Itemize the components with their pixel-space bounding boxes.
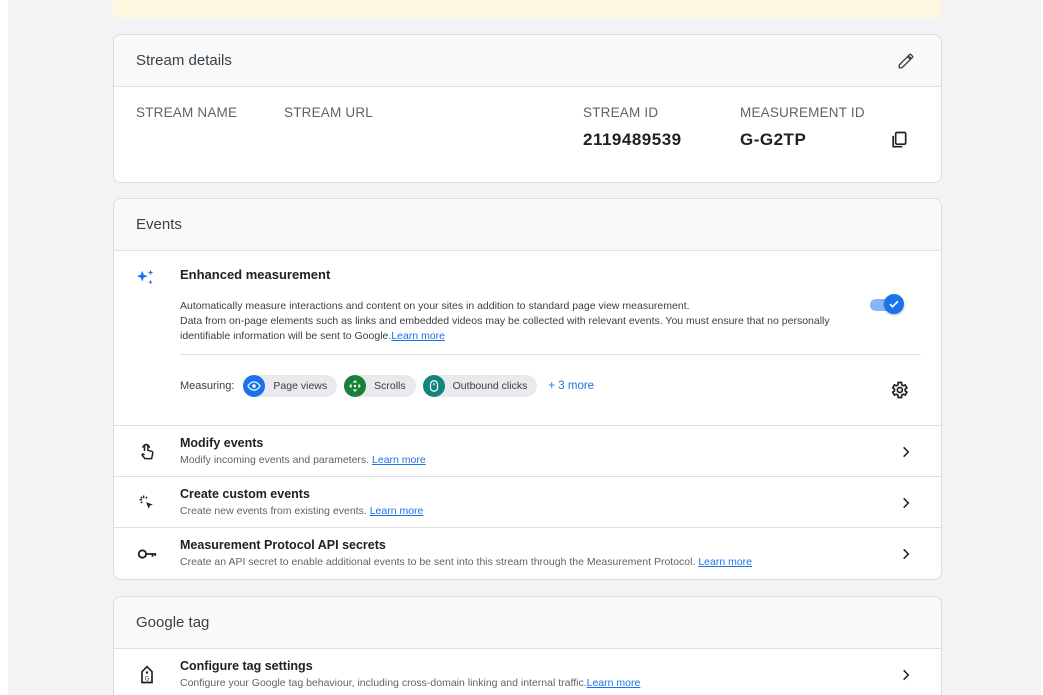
stream-details-card: Stream details STREAM NAME STREAM URL ST… bbox=[113, 34, 942, 183]
row-title: Configure tag settings bbox=[180, 659, 313, 673]
row-subtitle-text: Configure your Google tag behaviour, inc… bbox=[180, 677, 587, 689]
row-subtitle-text: Create new events from existing events. bbox=[180, 505, 367, 517]
row-subtitle: Configure your Google tag behaviour, inc… bbox=[180, 677, 640, 689]
row-subtitle: Modify incoming events and parameters. L… bbox=[180, 454, 426, 466]
stream-id-column: STREAM ID 2119489539 bbox=[583, 105, 682, 150]
learn-more-link[interactable]: Learn more bbox=[698, 556, 752, 568]
enhanced-desc-line-1: Automatically measure interactions and c… bbox=[180, 300, 690, 312]
scroll-icon bbox=[344, 375, 367, 397]
measurement-id-column: MEASUREMENT ID G-G2TP bbox=[740, 105, 865, 150]
chip-label: Outbound clicks bbox=[452, 380, 528, 392]
measurement-id-value: G-G2TP bbox=[740, 130, 807, 149]
chevron-right-icon bbox=[896, 442, 916, 462]
svg-text:G: G bbox=[145, 676, 150, 682]
configure-tag-settings-row[interactable]: G Configure tag settings Configure your … bbox=[114, 649, 941, 695]
stream-id-label: STREAM ID bbox=[583, 105, 659, 120]
key-icon bbox=[136, 543, 158, 565]
stream-details-header: Stream details bbox=[114, 35, 941, 87]
stream-details-body: STREAM NAME STREAM URL STREAM ID 2119489… bbox=[114, 87, 941, 182]
tag-icon: G bbox=[136, 664, 158, 686]
events-title: Events bbox=[136, 216, 182, 233]
pencil-icon[interactable] bbox=[893, 48, 919, 74]
row-subtitle: Create new events from existing events. … bbox=[180, 505, 423, 517]
measurement-protocol-row[interactable]: Measurement Protocol API secrets Create … bbox=[114, 527, 941, 578]
stream-id-value: 2119489539 bbox=[583, 130, 682, 149]
chevron-right-icon bbox=[896, 665, 916, 685]
enhanced-measurement-title: Enhanced measurement bbox=[180, 267, 331, 282]
measuring-chips: Measuring: Page views Scrolls Outbound c… bbox=[180, 375, 594, 397]
measuring-label: Measuring: bbox=[180, 380, 235, 392]
row-subtitle-text: Create an API secret to enable additiona… bbox=[180, 556, 696, 568]
enhanced-measurement-section: Enhanced measurement Automatically measu… bbox=[114, 251, 941, 425]
chip-label: Scrolls bbox=[374, 380, 406, 392]
chip-outbound-clicks[interactable]: Outbound clicks bbox=[422, 375, 538, 397]
chip-label: Page views bbox=[273, 380, 328, 392]
stream-name-label: STREAM NAME bbox=[136, 105, 238, 120]
more-chips-link[interactable]: + 3 more bbox=[548, 380, 594, 392]
events-header: Events bbox=[114, 199, 941, 251]
enhanced-desc-line-2: Data from on-page elements such as links… bbox=[180, 315, 830, 342]
copy-icon[interactable] bbox=[886, 127, 912, 153]
enhanced-learn-more-link[interactable]: Learn more bbox=[391, 330, 445, 342]
check-icon bbox=[884, 294, 904, 314]
gear-icon[interactable] bbox=[886, 377, 912, 403]
row-title: Modify events bbox=[180, 436, 264, 450]
stream-url-label: STREAM URL bbox=[284, 105, 374, 120]
row-subtitle: Create an API secret to enable additiona… bbox=[180, 556, 752, 568]
sparkle-click-icon bbox=[136, 492, 158, 514]
enhanced-measurement-toggle[interactable] bbox=[868, 294, 904, 314]
enhanced-measurement-description: Automatically measure interactions and c… bbox=[180, 299, 860, 344]
chevron-right-icon bbox=[896, 493, 916, 513]
chip-page-views[interactable]: Page views bbox=[243, 375, 338, 397]
chip-scrolls[interactable]: Scrolls bbox=[344, 375, 416, 397]
mouse-icon bbox=[422, 375, 445, 397]
learn-more-link[interactable]: Learn more bbox=[372, 454, 426, 466]
divider bbox=[180, 354, 921, 355]
row-subtitle-text: Modify incoming events and parameters. bbox=[180, 454, 370, 466]
notice-banner bbox=[113, 0, 942, 18]
eye-icon bbox=[243, 375, 266, 397]
modify-events-row[interactable]: Modify events Modify incoming events and… bbox=[114, 425, 941, 476]
learn-more-link[interactable]: Learn more bbox=[587, 677, 641, 689]
measurement-id-label: MEASUREMENT ID bbox=[740, 105, 865, 120]
google-tag-card: Google tag G Configure tag settings Conf… bbox=[113, 596, 942, 695]
chevron-right-icon bbox=[896, 544, 916, 564]
row-title: Create custom events bbox=[180, 487, 310, 501]
events-card: Events Enhanced measurement Automaticall… bbox=[113, 198, 942, 580]
touch-hand-icon bbox=[136, 441, 158, 463]
row-title: Measurement Protocol API secrets bbox=[180, 538, 386, 552]
google-tag-title: Google tag bbox=[136, 614, 210, 631]
google-tag-header: Google tag bbox=[114, 597, 941, 649]
sparkle-icon bbox=[134, 267, 156, 294]
stream-url-column: STREAM URL bbox=[284, 105, 373, 120]
learn-more-link[interactable]: Learn more bbox=[370, 505, 424, 517]
stream-details-title: Stream details bbox=[136, 52, 232, 69]
stream-name-column: STREAM NAME bbox=[136, 105, 237, 120]
create-custom-events-row[interactable]: Create custom events Create new events f… bbox=[114, 476, 941, 527]
